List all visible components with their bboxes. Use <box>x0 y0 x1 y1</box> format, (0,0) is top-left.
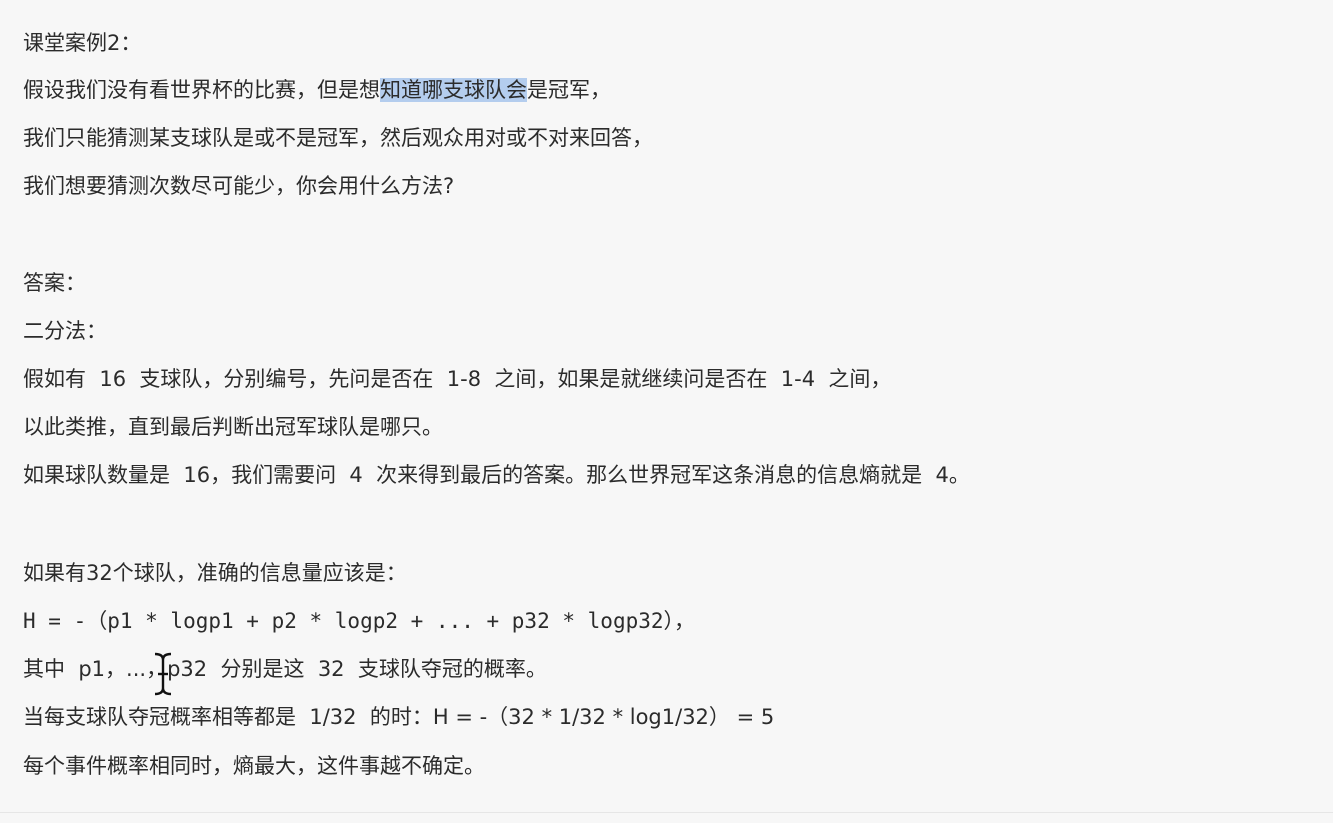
entropy-formula: H = -（p1 * logp1 + p2 * logp2 + ... + p3… <box>23 609 696 633</box>
question-line-3: 我们想要猜测次数尽可能少，你会用什么方法? <box>23 174 455 198</box>
method-label: 二分法： <box>23 319 107 343</box>
question-line-1-after: 是冠军， <box>527 78 611 102</box>
conclusion-line: 每个事件概率相同时，熵最大，这件事越不确定。 <box>23 754 485 778</box>
case-title: 课堂案例2： <box>23 31 142 55</box>
text-cursor-icon <box>154 652 172 696</box>
bottom-divider <box>0 812 1333 813</box>
entropy-intro: 如果有32个球队，准确的信息量应该是： <box>23 561 407 585</box>
method-line-3: 如果球队数量是 16，我们需要问 4 次来得到最后的答案。那么世界冠军这条消息的… <box>23 463 970 487</box>
question-line-1-before: 假设我们没有看世界杯的比赛，但是想 <box>23 78 380 102</box>
answer-label: 答案： <box>23 271 86 295</box>
selected-text-highlight[interactable]: 知道哪支球队会 <box>380 78 527 102</box>
method-line-2: 以此类推，直到最后判断出冠军球队是哪只。 <box>23 415 443 439</box>
question-line-1: 假设我们没有看世界杯的比赛，但是想知道哪支球队会是冠军， <box>23 75 611 105</box>
method-line-1: 假如有 16 支球队，分别编号，先问是否在 1-8 之间，如果是就继续问是否在 … <box>23 367 892 391</box>
question-line-2: 我们只能猜测某支球队是或不是冠军，然后观众用对或不对来回答， <box>23 126 653 150</box>
equal-probability-line: 当每支球队夺冠概率相等都是 1/32 的时：H = -（32 * 1/32 * … <box>23 705 775 729</box>
formula-note: 其中 p1，...，p32 分别是这 32 支球队夺冠的概率。 <box>23 657 547 681</box>
